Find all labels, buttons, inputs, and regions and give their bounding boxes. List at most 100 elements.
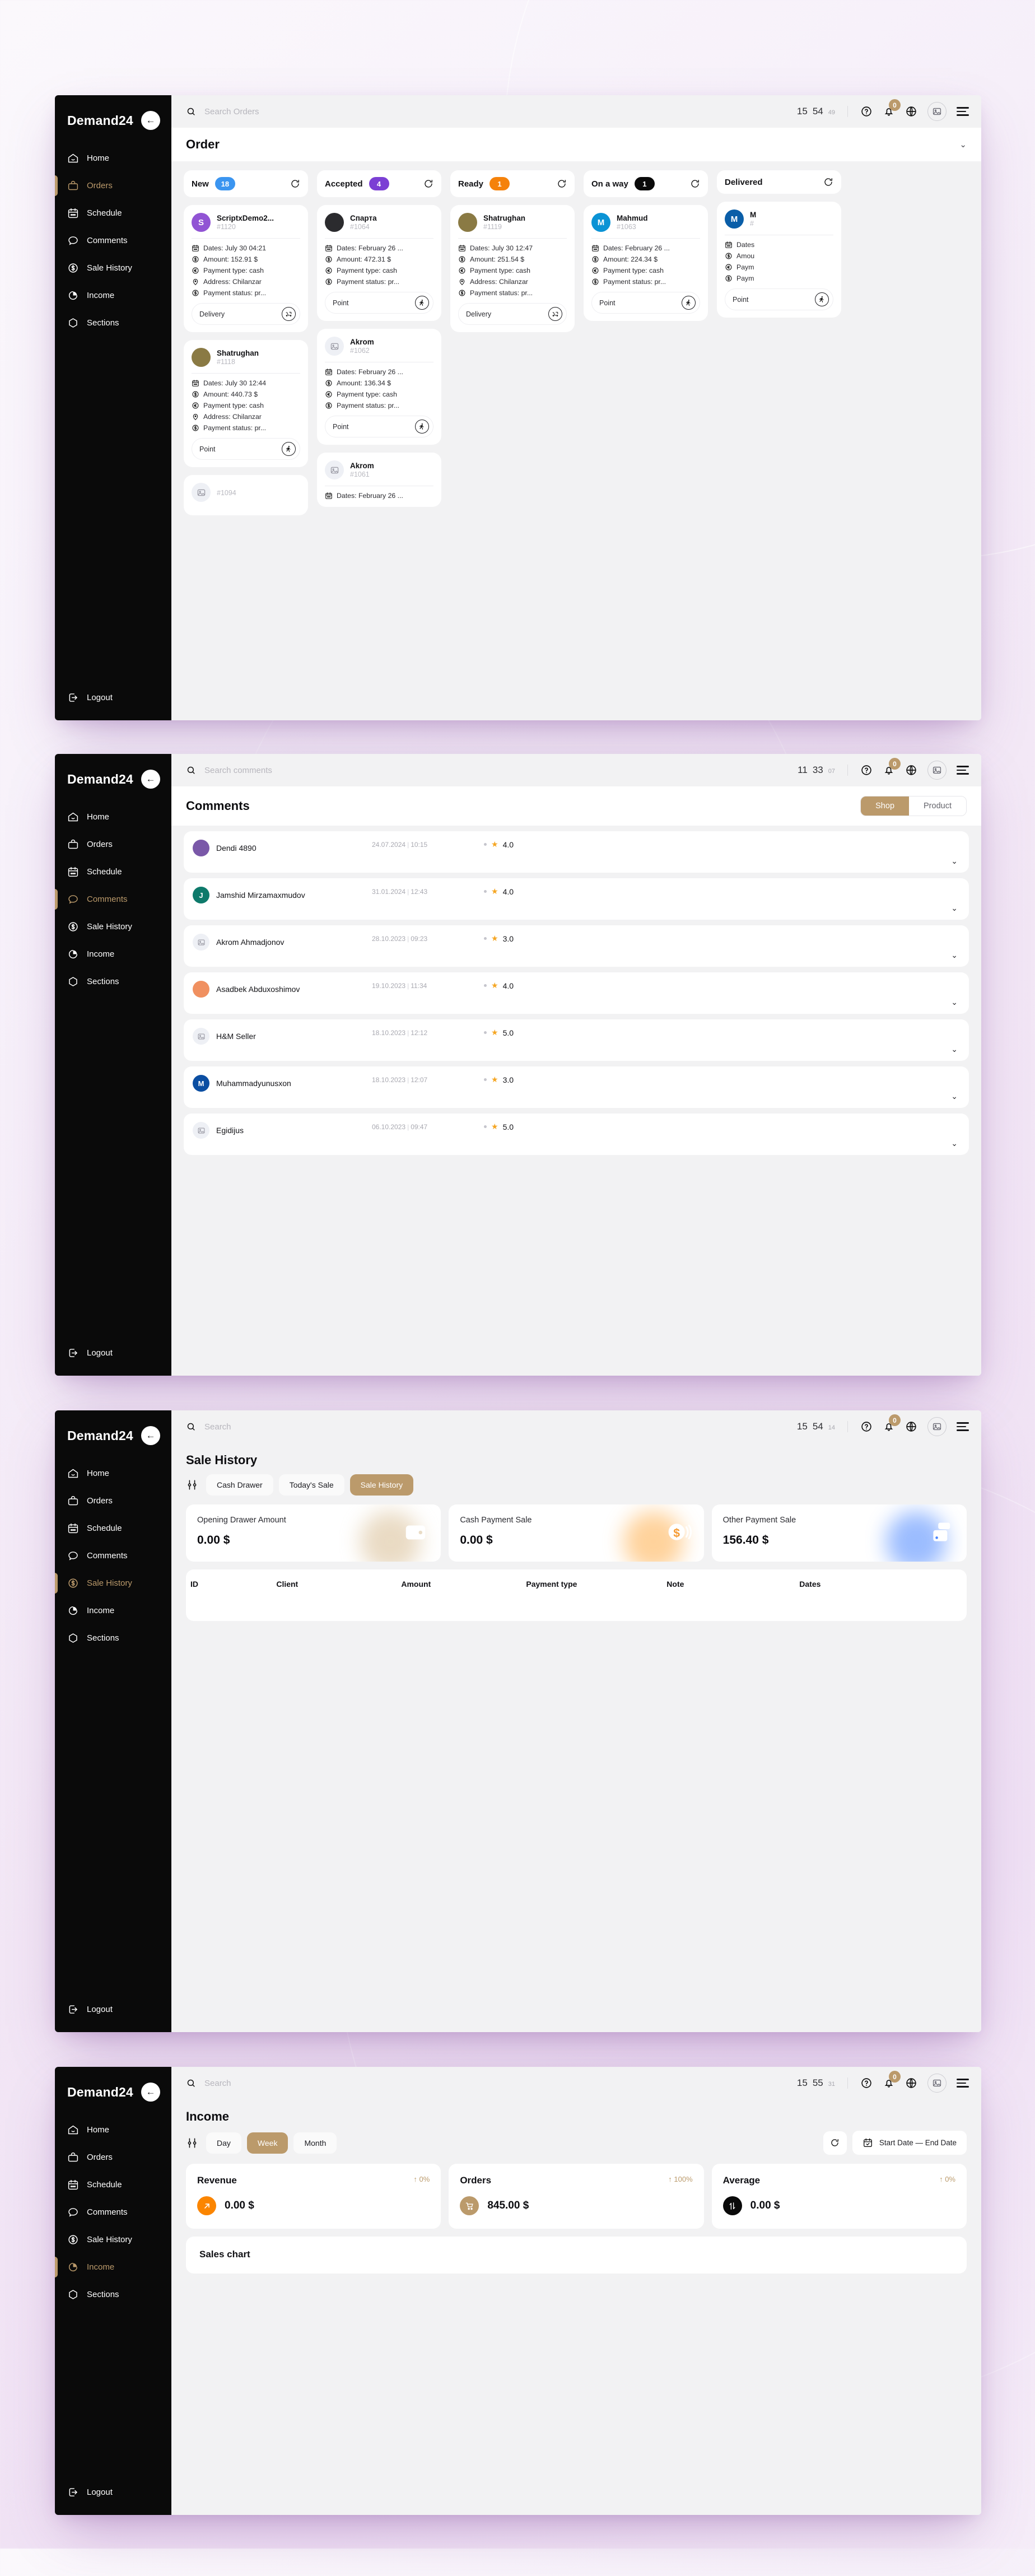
order-delivery-type[interactable]: Delivery [458,303,567,325]
refresh-icon[interactable] [290,179,300,189]
sidebar-item-income[interactable]: Income [55,2253,171,2281]
arrow-left-icon[interactable]: ← [141,111,160,130]
sidebar-item-income[interactable]: Income [55,940,171,968]
tab-cash-drawer[interactable]: Cash Drawer [206,1474,273,1496]
globe-icon[interactable] [905,1420,917,1433]
sidebar-item-schedule[interactable]: Schedule [55,858,171,886]
globe-icon[interactable] [905,105,917,118]
logout-button[interactable]: Logout [55,1995,171,2032]
sidebar-item-schedule[interactable]: Schedule [55,1515,171,1542]
order-card[interactable]: Akrom #1062 Dates: February 26 ... Amount: … [317,329,441,445]
sidebar-item-sale-history[interactable]: Sale History [55,2226,171,2253]
refresh-icon[interactable] [823,2131,847,2155]
chevron-down-icon[interactable]: ⌄ [951,1139,958,1148]
comment-row[interactable]: Akrom Ahmadjonov 28.10.2023 | 09:23 ★ 3.0 ⌄ [184,925,969,967]
question-circle-icon[interactable] [860,105,873,118]
comment-row[interactable]: H&M Seller 18.10.2023 | 12:12 ★ 5.0 ⌄ [184,1019,969,1061]
sort-icon[interactable] [186,2137,198,2149]
refresh-icon[interactable] [557,179,567,189]
sidebar-item-sale-history[interactable]: Sale History [55,254,171,282]
sidebar-item-sections[interactable]: Sections [55,968,171,995]
bell-icon[interactable]: 0 [883,1414,901,1433]
sidebar-item-sections[interactable]: Sections [55,1624,171,1652]
image-icon[interactable] [927,2074,947,2093]
sidebar-item-sale-history[interactable]: Sale History [55,913,171,940]
search-input[interactable] [204,765,798,775]
comment-row[interactable]: J Jamshid Mirzamaxmudov 31.01.2024 | 12:43 ★ 4… [184,878,969,920]
search-box[interactable] [186,106,797,117]
order-card[interactable]: M M # Dates Amou Paym Paym Point [717,202,841,318]
sidebar-item-orders[interactable]: Orders [55,172,171,199]
chevron-down-icon[interactable]: ⌄ [951,998,958,1007]
chevron-down-icon[interactable]: ⌄ [951,903,958,913]
sidebar-item-sections[interactable]: Sections [55,309,171,337]
order-delivery-type[interactable]: Delivery [192,303,300,325]
tab-product[interactable]: Product [909,796,966,816]
logout-button[interactable]: Logout [55,1338,171,1376]
logout-button[interactable]: Logout [55,683,171,720]
sidebar-item-schedule[interactable]: Schedule [55,199,171,227]
sidebar-item-comments[interactable]: Comments [55,886,171,913]
bell-icon[interactable]: 0 [883,758,901,776]
sidebar-item-sale-history[interactable]: Sale History [55,1569,171,1597]
order-card[interactable]: M Mahmud #1063 Dates: February 26 ... Amount… [584,205,708,321]
sidebar-item-orders[interactable]: Orders [55,2144,171,2171]
refresh-icon[interactable] [690,179,700,189]
question-circle-icon[interactable] [860,2077,873,2089]
order-delivery-type[interactable]: Point [325,416,433,437]
chevron-down-icon[interactable]: ⌄ [951,1092,958,1101]
chevron-down-icon[interactable]: ⌄ [951,951,958,960]
refresh-icon[interactable] [823,177,833,187]
search-box[interactable] [186,2078,797,2089]
hamburger-icon[interactable] [957,1422,969,1431]
question-circle-icon[interactable] [860,1420,873,1433]
globe-icon[interactable] [905,2077,917,2089]
sidebar-item-orders[interactable]: Orders [55,1487,171,1515]
order-delivery-type[interactable]: Point [192,438,300,460]
arrow-left-icon[interactable]: ← [141,1426,160,1445]
tab-week[interactable]: Week [246,2132,288,2154]
comment-row[interactable]: Dendi 4890 24.07.2024 | 10:15 ★ 4.0 ⌄ [184,831,969,873]
sidebar-item-comments[interactable]: Comments [55,227,171,254]
sidebar-item-sections[interactable]: Sections [55,2281,171,2308]
comment-row[interactable]: Egidijus 06.10.2023 | 09:47 ★ 5.0 ⌄ [184,1114,969,1155]
hamburger-icon[interactable] [957,107,969,116]
search-input[interactable] [204,106,797,117]
sidebar-item-home[interactable]: Home [55,1460,171,1487]
order-delivery-type[interactable]: Point [325,292,433,314]
search-box[interactable] [186,1422,797,1432]
logout-button[interactable]: Logout [55,2477,171,2515]
tab-shop[interactable]: Shop [861,796,910,816]
sidebar-item-home[interactable]: Home [55,2116,171,2144]
refresh-icon[interactable] [423,179,433,189]
sidebar-item-income[interactable]: Income [55,282,171,309]
sidebar-item-home[interactable]: Home [55,145,171,172]
sidebar-item-comments[interactable]: Comments [55,2198,171,2226]
order-card[interactable]: Спарта #1064 Dates: February 26 ... Amount:… [317,205,441,321]
sidebar-item-comments[interactable]: Comments [55,1542,171,1569]
sidebar-item-income[interactable]: Income [55,1597,171,1624]
bell-icon[interactable]: 0 [883,2071,901,2089]
sort-icon[interactable] [186,1479,198,1491]
tab-sale-history[interactable]: Sale History [349,1474,414,1496]
image-icon[interactable] [927,761,947,780]
comment-row[interactable]: M Muhammadyunusxon 18.10.2023 | 12:07 ★ 3.0 ⌄ [184,1066,969,1108]
bell-icon[interactable]: 0 [883,99,901,118]
tab-todays-sale[interactable]: Today's Sale [278,1474,344,1496]
chevron-down-icon[interactable]: ⌄ [951,856,958,866]
order-delivery-type[interactable]: Point [591,292,700,314]
comment-row[interactable]: Asadbek Abduxoshimov 19.10.2023 | 11:34 ★ 4.0… [184,972,969,1014]
globe-icon[interactable] [905,764,917,776]
question-circle-icon[interactable] [860,764,873,776]
date-range-picker[interactable]: Start Date — End Date [852,2131,967,2155]
order-card[interactable]: Akrom #1061 Dates: February 26 ... [317,453,441,507]
arrow-left-icon[interactable]: ← [141,2083,160,2102]
arrow-left-icon[interactable]: ← [141,770,160,789]
image-icon[interactable] [927,102,947,121]
order-card[interactable]: Shatrughan #1118 Dates: July 30 12:44 Amoun… [184,340,308,467]
search-input[interactable] [204,1422,797,1432]
order-card[interactable]: Shatrughan #1119 Dates: July 30 12:47 Amoun… [450,205,575,332]
search-input[interactable] [204,2078,797,2088]
sidebar-item-orders[interactable]: Orders [55,831,171,858]
hamburger-icon[interactable] [957,2079,969,2088]
